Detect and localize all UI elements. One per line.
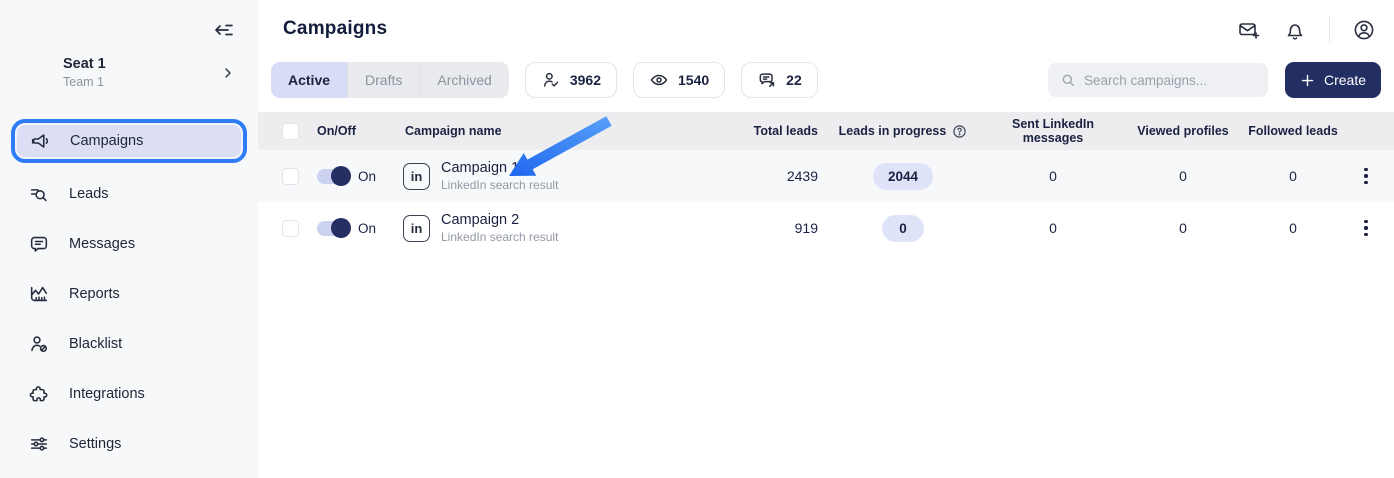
leads-in-progress-badge: 2044 xyxy=(873,163,933,190)
leads-in-progress-badge: 0 xyxy=(882,215,924,242)
row-menu-kebab-icon[interactable] xyxy=(1356,164,1376,189)
sidebar-item-messages[interactable]: Messages xyxy=(0,219,258,269)
mail-plus-icon[interactable] xyxy=(1237,18,1261,42)
divider xyxy=(1329,17,1330,43)
seat-subtitle: Team 1 xyxy=(63,75,106,89)
column-header-total-leads: Total leads xyxy=(738,124,818,138)
sidebar-item-label: Leads xyxy=(69,186,109,202)
tab-archived[interactable]: Archived xyxy=(419,62,508,98)
toggle-knob xyxy=(331,166,351,186)
seat-selector[interactable]: Seat 1 Team 1 xyxy=(0,56,258,89)
column-header-viewed-profiles: Viewed profiles xyxy=(1118,124,1248,138)
stat-chip-value: 22 xyxy=(786,72,802,88)
search-box xyxy=(1048,63,1268,97)
stat-chip-views[interactable]: 1540 xyxy=(633,62,725,98)
eye-icon xyxy=(649,70,669,90)
sidebar-item-campaigns[interactable]: Campaigns xyxy=(11,119,247,163)
tab-drafts[interactable]: Drafts xyxy=(347,62,419,98)
page-title: Campaigns xyxy=(258,0,1394,40)
sidebar-item-label: Integrations xyxy=(69,386,145,402)
create-button-label: Create xyxy=(1324,72,1366,88)
sidebar-nav: Campaigns Leads Messages xyxy=(0,119,258,469)
chevron-right-icon[interactable] xyxy=(220,65,236,81)
campaign-toggle[interactable] xyxy=(317,221,350,236)
row-menu-kebab-icon[interactable] xyxy=(1356,216,1376,241)
megaphone-icon xyxy=(29,130,51,152)
sidebar-item-integrations[interactable]: Integrations xyxy=(0,369,258,419)
campaigns-toolbar: Active Drafts Archived 3962 1540 xyxy=(271,62,1381,98)
followed-leads-value: 0 xyxy=(1248,168,1338,184)
linkedin-icon: in xyxy=(403,215,430,242)
sidebar-item-blacklist[interactable]: Blacklist xyxy=(0,319,258,369)
search-icon xyxy=(1060,72,1076,88)
campaign-subtitle: LinkedIn search result xyxy=(441,230,558,244)
row-checkbox[interactable] xyxy=(282,168,299,185)
campaign-name[interactable]: Campaign 1 xyxy=(441,160,558,176)
seat-title: Seat 1 xyxy=(63,56,106,72)
sent-messages-value: 0 xyxy=(988,168,1118,184)
column-header-followed-leads: Followed leads xyxy=(1248,124,1338,138)
toggle-label: On xyxy=(358,169,376,184)
chat-bubble-icon xyxy=(28,233,50,255)
sidebar-item-label: Blacklist xyxy=(69,336,122,352)
campaign-toggle[interactable] xyxy=(317,169,350,184)
sidebar-item-reports[interactable]: Reports xyxy=(0,269,258,319)
campaigns-table: On/Off Campaign name Total leads Leads i… xyxy=(258,112,1394,254)
total-leads-value: 919 xyxy=(738,220,818,236)
sent-messages-value: 0 xyxy=(988,220,1118,236)
table-header-row: On/Off Campaign name Total leads Leads i… xyxy=(258,112,1394,150)
tab-active[interactable]: Active xyxy=(271,62,347,98)
viewed-profiles-value: 0 xyxy=(1118,168,1248,184)
main-content: Campaigns Active Drafts Archived xyxy=(258,0,1394,478)
campaign-subtitle: LinkedIn search result xyxy=(441,178,558,192)
collapse-sidebar-button[interactable] xyxy=(210,16,238,44)
column-header-campaign-name: Campaign name xyxy=(395,124,738,138)
puzzle-icon xyxy=(28,383,50,405)
sidebar-item-label: Campaigns xyxy=(70,133,143,149)
column-header-sent-messages: Sent LinkedIn messages xyxy=(988,117,1118,145)
user-block-icon xyxy=(28,333,50,355)
create-button[interactable]: Create xyxy=(1285,62,1381,98)
person-check-icon xyxy=(541,70,561,90)
stat-chip-value: 1540 xyxy=(678,72,709,88)
column-header-label: Leads in progress xyxy=(839,124,947,138)
total-leads-value: 2439 xyxy=(738,168,818,184)
status-tabs: Active Drafts Archived xyxy=(271,62,509,98)
column-header-onoff: On/Off xyxy=(299,124,395,138)
stat-chip-connections[interactable]: 3962 xyxy=(525,62,617,98)
leads-search-icon xyxy=(28,183,50,205)
stat-chip-messages[interactable]: 22 xyxy=(741,62,818,98)
collapse-sidebar-icon xyxy=(212,18,236,42)
sidebar-item-label: Messages xyxy=(69,236,135,252)
sliders-icon xyxy=(28,433,50,455)
sidebar-item-label: Reports xyxy=(69,286,120,302)
top-actions xyxy=(1237,17,1376,43)
followed-leads-value: 0 xyxy=(1248,220,1338,236)
select-all-checkbox[interactable] xyxy=(282,123,299,140)
sidebar-item-label: Settings xyxy=(69,436,121,452)
sidebar-item-leads[interactable]: Leads xyxy=(0,169,258,219)
user-avatar-icon[interactable] xyxy=(1352,18,1376,42)
message-sent-icon xyxy=(757,70,777,90)
search-input[interactable] xyxy=(1084,73,1256,88)
table-row[interactable]: On in Campaign 2 LinkedIn search result … xyxy=(258,202,1394,254)
plus-icon xyxy=(1300,73,1315,88)
toggle-label: On xyxy=(358,221,376,236)
sidebar: Seat 1 Team 1 Campaigns Leads xyxy=(0,0,258,478)
viewed-profiles-value: 0 xyxy=(1118,220,1248,236)
linkedin-icon: in xyxy=(403,163,430,190)
column-header-leads-in-progress: Leads in progress xyxy=(818,124,988,139)
campaign-name[interactable]: Campaign 2 xyxy=(441,212,558,228)
row-checkbox[interactable] xyxy=(282,220,299,237)
table-row[interactable]: On in Campaign 1 LinkedIn search result … xyxy=(258,150,1394,202)
help-circle-icon[interactable] xyxy=(952,124,967,139)
chart-icon xyxy=(28,283,50,305)
sidebar-item-settings[interactable]: Settings xyxy=(0,419,258,469)
toggle-knob xyxy=(331,218,351,238)
stat-chip-value: 3962 xyxy=(570,72,601,88)
bell-icon[interactable] xyxy=(1283,18,1307,42)
